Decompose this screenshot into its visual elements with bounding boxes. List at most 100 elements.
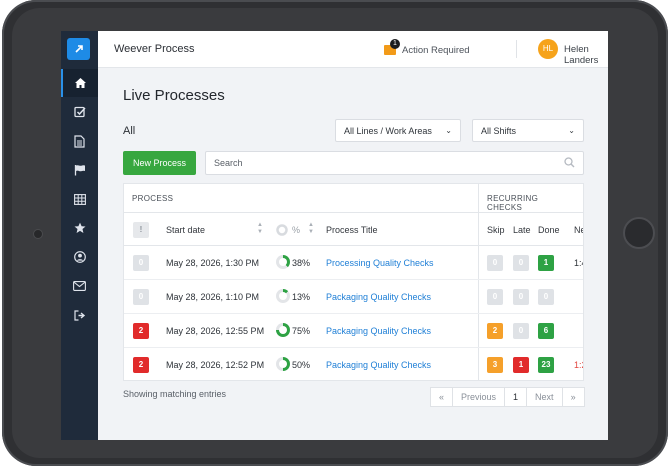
progress-ring [276, 357, 290, 371]
start-date-cell: May 28, 2026, 1:30 PM [166, 258, 260, 268]
camera [33, 229, 43, 239]
progress-ring [276, 323, 290, 337]
skip-badge: 0 [487, 255, 503, 271]
sidebar-item-home[interactable] [61, 69, 98, 97]
action-count-badge: 1 [390, 39, 400, 49]
lines-select[interactable]: All Lines / Work Areas ⌄ [335, 119, 461, 142]
process-title-link[interactable]: Packaging Quality Checks [326, 360, 431, 370]
filter-label: All [123, 125, 136, 137]
pager-next[interactable]: Next [527, 388, 563, 406]
late-badge: 0 [513, 289, 529, 305]
sort-icon[interactable]: ▲ ▼ [308, 222, 314, 236]
group-header-recurring: RECURRING CHECKS [487, 194, 539, 212]
late-badge: 1 [513, 357, 529, 373]
star-icon [74, 222, 85, 233]
document-icon [74, 134, 85, 148]
progress-icon [276, 224, 288, 236]
next-check-cell: 1:4 [574, 258, 583, 268]
sidebar-item-tables[interactable] [61, 185, 98, 213]
skip-badge: 2 [487, 323, 503, 339]
table-row[interactable]: 0 May 28, 2026, 1:30 PM 38% Processing Qual… [124, 246, 583, 280]
avatar[interactable]: HL [538, 39, 558, 59]
process-table: PROCESS RECURRING CHECKS ! Start date ▲ ▼… [123, 183, 584, 381]
done-header: Done [538, 225, 560, 235]
flag-badge: 2 [133, 357, 149, 373]
flag-badge: 0 [133, 289, 149, 305]
app-screen: Weever Process 1 Action Required HL Hele… [61, 31, 608, 440]
start-date-cell: May 28, 2026, 1:10 PM [166, 292, 260, 302]
percent-header[interactable]: % [292, 225, 300, 235]
app-title: Weever Process [114, 43, 195, 55]
table-row[interactable]: 2 May 28, 2026, 12:52 PM 50% Packaging Qual… [124, 348, 583, 380]
shifts-select-value: All Shifts [481, 126, 517, 136]
sidebar [61, 31, 98, 440]
pager-previous[interactable]: Previous [453, 388, 506, 406]
process-title-link[interactable]: Processing Quality Checks [326, 258, 434, 268]
percent-cell: 50% [292, 360, 311, 370]
flag-badge: 0 [133, 255, 149, 271]
user-name[interactable]: Helen Landers [564, 44, 608, 66]
search-input[interactable]: Search [205, 151, 584, 175]
process-title-link[interactable]: Packaging Quality Checks [326, 326, 431, 336]
skip-header: Skip [487, 225, 505, 235]
progress-ring [276, 255, 290, 269]
process-title-header[interactable]: Process Title [326, 225, 378, 235]
pager-current-page[interactable]: 1 [505, 388, 528, 406]
sidebar-item-favorites[interactable] [61, 214, 98, 242]
progress-ring [276, 289, 290, 303]
checkbox-icon [73, 106, 86, 118]
search-icon [564, 157, 575, 168]
user-icon [73, 251, 86, 263]
skip-badge: 3 [487, 357, 503, 373]
table-row[interactable]: 0 May 28, 2026, 1:10 PM 13% Packaging Quali… [124, 280, 583, 314]
table-info: Showing matching entries [123, 389, 227, 399]
start-date-header[interactable]: Start date [166, 225, 205, 235]
shifts-select[interactable]: All Shifts ⌄ [472, 119, 584, 142]
next-header: Ne [574, 225, 583, 235]
done-badge: 23 [538, 357, 554, 373]
done-badge: 0 [538, 289, 554, 305]
next-check-cell: 1:2 [574, 360, 583, 370]
pager-first[interactable]: « [431, 388, 454, 406]
alert-icon: 1 [384, 39, 400, 55]
percent-cell: 38% [292, 258, 311, 268]
late-header: Late [513, 225, 531, 235]
page-title: Live Processes [123, 87, 225, 104]
action-required-button[interactable]: 1 Action Required [384, 39, 470, 58]
sidebar-item-flags[interactable] [61, 156, 98, 184]
home-icon [75, 78, 86, 88]
sidebar-item-logout[interactable] [61, 301, 98, 329]
lines-select-value: All Lines / Work Areas [344, 126, 432, 136]
arrow-up-right-icon [74, 45, 83, 53]
sidebar-item-documents[interactable] [61, 127, 98, 155]
new-process-button[interactable]: New Process [123, 151, 196, 175]
header-divider [516, 40, 517, 58]
table-row[interactable]: 2 May 28, 2026, 12:55 PM 75% Packaging Qual… [124, 314, 583, 348]
sidebar-item-profile[interactable] [61, 243, 98, 271]
mail-icon [73, 281, 86, 291]
table-header-row: ! Start date ▲ ▼ % ▲ ▼ Process Title Skip … [124, 212, 583, 246]
flag-column-header[interactable]: ! [133, 222, 149, 238]
late-badge: 0 [513, 255, 529, 271]
done-badge: 6 [538, 323, 554, 339]
brand-logo[interactable] [67, 38, 90, 60]
process-title-link[interactable]: Packaging Quality Checks [326, 292, 431, 302]
late-badge: 0 [513, 323, 529, 339]
pager-last[interactable]: » [563, 388, 584, 406]
sort-icon[interactable]: ▲ ▼ [257, 222, 263, 236]
table-icon [73, 193, 86, 205]
home-button[interactable] [623, 217, 655, 249]
sidebar-item-messages[interactable] [61, 272, 98, 300]
sidebar-item-checks[interactable] [61, 98, 98, 126]
pagination: « Previous 1 Next » [430, 387, 585, 407]
flag-icon [74, 165, 85, 176]
start-date-cell: May 28, 2026, 12:52 PM [166, 360, 265, 370]
search-placeholder: Search [214, 158, 243, 168]
skip-badge: 0 [487, 289, 503, 305]
action-required-label: Action Required [402, 44, 470, 56]
top-bar: Weever Process 1 Action Required HL Hele… [98, 31, 608, 68]
done-badge: 1 [538, 255, 554, 271]
flag-badge: 2 [133, 323, 149, 339]
percent-cell: 75% [292, 326, 311, 336]
percent-cell: 13% [292, 292, 311, 302]
